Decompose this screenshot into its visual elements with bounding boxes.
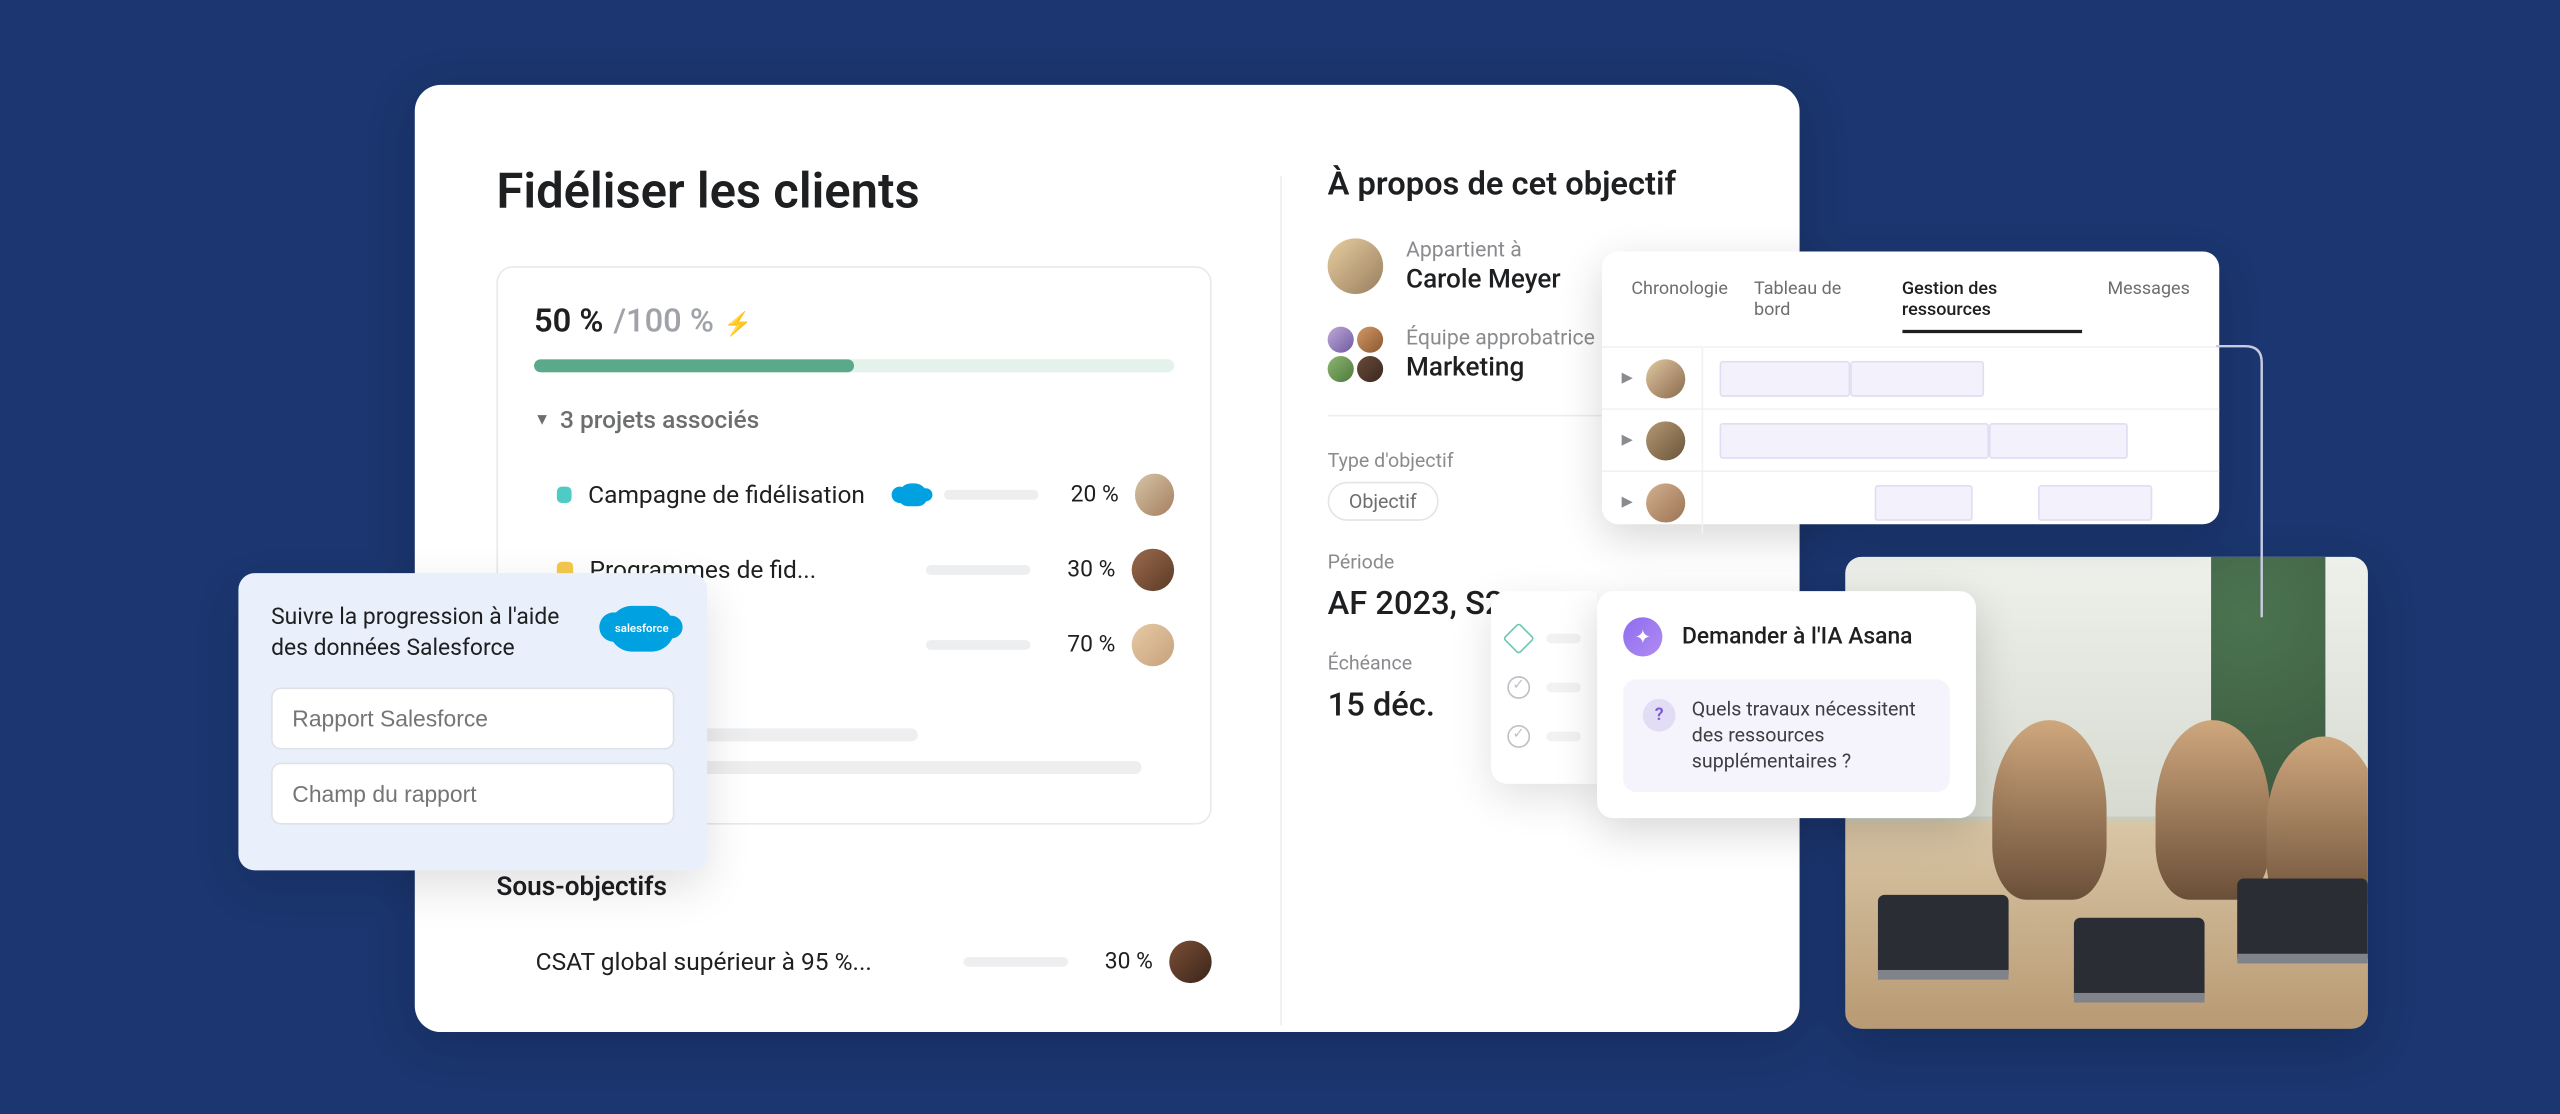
- connector-line-icon: [2213, 343, 2278, 621]
- diamond-icon: [1503, 622, 1535, 654]
- avatar[interactable]: [1132, 624, 1174, 666]
- check-circle-icon: [1507, 676, 1530, 699]
- ai-prompt-card[interactable]: ? Quels travaux nécessitent des ressourc…: [1623, 679, 1950, 791]
- status-list-card: [1491, 591, 1597, 784]
- salesforce-icon: [898, 483, 927, 506]
- placeholder-bar: [1546, 634, 1580, 644]
- avatar[interactable]: [1135, 474, 1174, 516]
- chevron-right-icon: ▶: [1622, 494, 1633, 510]
- question-icon: ?: [1643, 699, 1676, 732]
- progress-max: /100 %: [613, 300, 714, 339]
- tab-tableau-de-bord[interactable]: Tableau de bord: [1754, 278, 1876, 334]
- resource-row[interactable]: ▶: [1602, 346, 2219, 408]
- goal-type-pill: Objectif: [1328, 482, 1438, 521]
- salesforce-popup-heading: Suivre la progression à l'aide des donné…: [271, 603, 589, 665]
- project-color-icon: [557, 487, 572, 503]
- salesforce-field-input[interactable]: [271, 762, 674, 824]
- check-circle-icon: [1507, 725, 1530, 748]
- salesforce-report-input[interactable]: [271, 687, 674, 749]
- tab-messages[interactable]: Messages: [2107, 278, 2189, 334]
- team-name: Marketing: [1406, 351, 1595, 382]
- projects-toggle[interactable]: ▼ 3 projets associés: [534, 405, 1174, 434]
- subgoal-name: CSAT global supérieur à 95 %...: [536, 947, 879, 976]
- avatar: [1646, 358, 1685, 397]
- period-label: Période: [1328, 550, 1741, 573]
- project-row[interactable]: Campagne de fidélisation 20 %: [534, 457, 1174, 532]
- status-row[interactable]: [1507, 712, 1580, 761]
- project-progress-bar: [926, 640, 1031, 650]
- owner-name: Carole Meyer: [1406, 263, 1561, 294]
- team-label: Équipe approbatrice: [1406, 327, 1595, 351]
- status-row[interactable]: [1507, 663, 1580, 712]
- subgoal-pct: 30 %: [1084, 949, 1153, 975]
- status-row[interactable]: [1507, 614, 1580, 663]
- tab-gestion-ressources[interactable]: Gestion des ressources: [1902, 278, 2081, 334]
- ai-title: Demander à l'IA Asana: [1682, 624, 1913, 650]
- subgoal-progress-bar: [963, 957, 1068, 967]
- placeholder-bar: [1546, 683, 1580, 693]
- placeholder-bar: [1546, 732, 1580, 742]
- goal-panel: Fidéliser les clients 50 % /100 % ⚡ ▼ 3 …: [415, 85, 1800, 1032]
- sparkle-icon: ✦: [1623, 617, 1662, 656]
- avatar[interactable]: [1132, 549, 1174, 591]
- resource-card: Chronologie Tableau de bord Gestion des …: [1602, 251, 2219, 524]
- salesforce-logo-icon: salesforce: [609, 606, 674, 652]
- owner-label: Appartient à: [1406, 238, 1561, 262]
- project-pct: 20 %: [1056, 482, 1119, 508]
- tabs: Chronologie Tableau de bord Gestion des …: [1602, 251, 2219, 346]
- avatar: [1328, 238, 1384, 294]
- ai-prompt-text: Quels travaux nécessitent des ressources…: [1692, 696, 1930, 775]
- avatar: [1646, 420, 1685, 459]
- progress-current: 50 %: [534, 300, 604, 339]
- projects-count-label: 3 projets associés: [560, 405, 759, 434]
- project-progress-bar: [943, 490, 1039, 500]
- chevron-right-icon: ▶: [1622, 370, 1633, 386]
- project-progress-bar: [926, 565, 1031, 575]
- subgoal-row[interactable]: CSAT global supérieur à 95 %... 30 %: [496, 924, 1211, 999]
- avatar[interactable]: [1169, 941, 1211, 983]
- project-pct: 30 %: [1047, 557, 1116, 583]
- progress-bar: [534, 359, 1174, 372]
- avatar: [1646, 483, 1685, 522]
- salesforce-popup: Suivre la progression à l'aide des donné…: [238, 573, 707, 870]
- bolt-icon: ⚡: [724, 312, 752, 338]
- subgoals-heading: Sous-objectifs: [496, 870, 1211, 901]
- goal-title: Fidéliser les clients: [496, 163, 1211, 220]
- team-avatars-icon: [1328, 327, 1384, 383]
- caret-down-icon: ▼: [534, 411, 550, 429]
- tab-chronologie[interactable]: Chronologie: [1631, 278, 1728, 334]
- project-name: Campagne de fidélisation: [588, 480, 875, 509]
- resource-row[interactable]: ▶: [1602, 408, 2219, 470]
- chevron-right-icon: ▶: [1622, 432, 1633, 448]
- resource-row[interactable]: ▶: [1602, 470, 2219, 532]
- ai-assist-card: ✦ Demander à l'IA Asana ? Quels travaux …: [1597, 591, 1976, 817]
- about-heading: À propos de cet objectif: [1328, 163, 1741, 202]
- project-pct: 70 %: [1047, 632, 1116, 658]
